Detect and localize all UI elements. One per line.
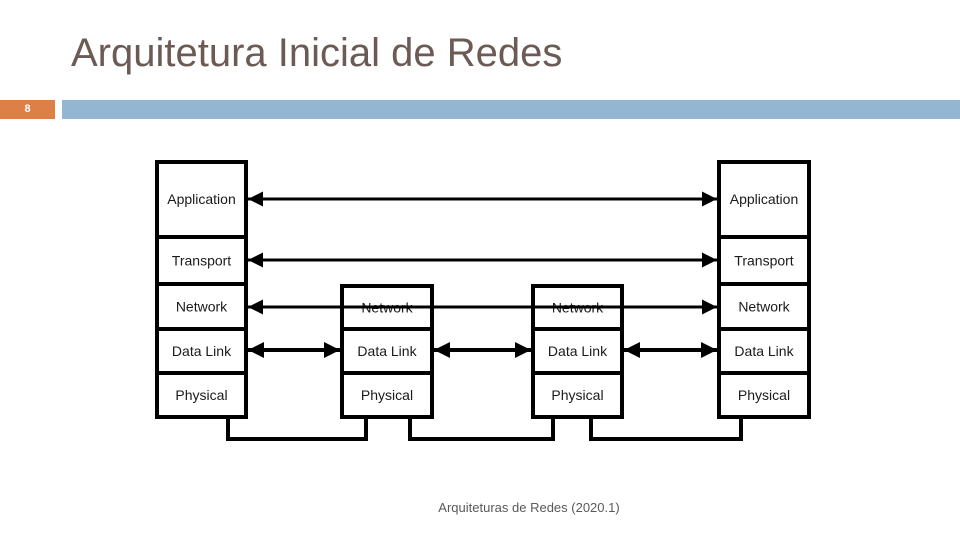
stack-host-b: Application Transport Network Data Link Phys… [717, 160, 811, 419]
layer-label-data-link: Data Link [357, 343, 417, 359]
stack-host-a: Application Transport Network Data Link Phys… [155, 160, 248, 419]
layer-label-data-link: Data Link [548, 343, 608, 359]
physical-link-host-a-router-1 [226, 417, 368, 441]
layer-label-application: Application [730, 191, 799, 207]
slide-footer: Arquiteturas de Redes (2020.1) [438, 500, 620, 515]
layer-label-application: Application [167, 191, 236, 207]
layer-label-physical: Physical [361, 387, 413, 403]
layer-label-data-link: Data Link [734, 343, 794, 359]
layer-label-physical: Physical [551, 387, 603, 403]
layer-label-transport: Transport [172, 253, 232, 269]
layer-label-network: Network [738, 299, 790, 315]
protocol-stack-diagram: Application Transport Network Data Link Phys… [155, 160, 811, 441]
layer-label-transport: Transport [734, 253, 794, 269]
layer-label-physical: Physical [738, 387, 790, 403]
layer-label-network: Network [176, 299, 228, 315]
layer-label-data-link: Data Link [172, 343, 232, 359]
physical-link-router-1-router-2 [408, 417, 555, 441]
physical-link-router-2-host-b [589, 417, 743, 441]
layer-label-physical: Physical [175, 387, 227, 403]
